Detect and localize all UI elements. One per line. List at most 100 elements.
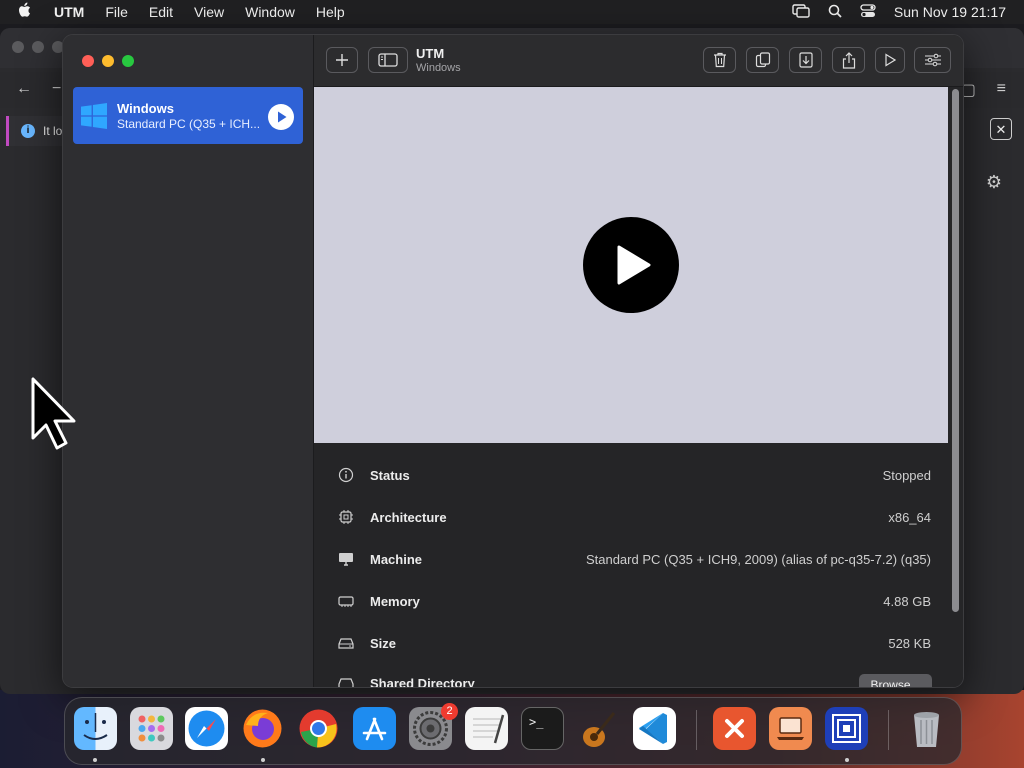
close-window-button[interactable] (82, 55, 94, 67)
info-bar-text: It lo (43, 124, 63, 138)
minimize-window-button[interactable] (102, 55, 114, 67)
detail-row-memory: Memory 4.88 GB (314, 580, 948, 622)
detail-value: x86_64 (888, 509, 931, 525)
download-doc-icon (798, 52, 813, 68)
plus-icon (336, 54, 348, 66)
browse-button[interactable]: Browse... (859, 674, 932, 687)
detail-row-size: Size 528 KB (314, 622, 948, 664)
dock-chrome-icon[interactable] (297, 707, 340, 750)
settings-notification-badge: 2 (441, 703, 458, 720)
clone-icon (755, 52, 770, 68)
detail-label: Machine (370, 551, 423, 567)
dock-running-indicator (845, 758, 849, 762)
sidebar-icon (378, 53, 398, 67)
folder-icon (338, 678, 354, 687)
dock-finder-icon[interactable] (74, 707, 117, 750)
detail-row-machine: Machine Standard PC (Q35 + ICH9, 2009) (… (314, 538, 948, 580)
background-close-button[interactable] (12, 41, 24, 53)
display-icon (339, 553, 353, 566)
info-circle-icon: i (21, 124, 35, 138)
edit-vm-settings-button[interactable] (914, 47, 951, 73)
background-minimize-button[interactable] (32, 41, 44, 53)
detail-row-status: Status Stopped (314, 454, 948, 496)
back-arrow-icon[interactable]: ← (16, 80, 32, 98)
spotlight-search-icon[interactable] (828, 4, 842, 21)
dock-separator (888, 710, 889, 750)
play-icon (278, 111, 287, 123)
apple-menu-icon[interactable] (18, 2, 32, 23)
dock-running-indicator (93, 758, 97, 762)
scrollbar-thumb[interactable] (952, 89, 959, 612)
clone-vm-button[interactable] (746, 47, 779, 73)
vm-name: Windows (117, 101, 174, 116)
dock-launchpad-icon[interactable] (130, 707, 173, 750)
detail-row-architecture: Architecture x86_64 (314, 496, 948, 538)
vm-screen-preview[interactable] (314, 87, 948, 443)
move-vm-button[interactable] (789, 47, 822, 73)
detail-value: 528 KB (888, 635, 931, 651)
drive-icon (338, 638, 354, 649)
toggle-sidebar-button[interactable] (368, 47, 408, 73)
vm-sidebar: Windows Standard PC (Q35 + ICH... (63, 35, 314, 687)
start-vm-large-button[interactable] (583, 217, 679, 313)
screen-mirroring-icon[interactable] (792, 3, 810, 21)
utm-window: Windows Standard PC (Q35 + ICH... UTM Wi… (62, 34, 964, 688)
dock-vscode-icon[interactable] (633, 707, 676, 750)
menu-view[interactable]: View (194, 4, 224, 20)
vm-play-button[interactable] (268, 104, 294, 130)
dock-garageband-icon[interactable] (577, 707, 620, 750)
zoom-window-button[interactable] (122, 55, 134, 67)
svg-text:>_: >_ (529, 715, 544, 729)
detail-label: Shared Directory (370, 675, 475, 688)
large-play-icon (617, 245, 651, 285)
dock-app-store-icon[interactable] (353, 707, 396, 750)
close-info-bar-button[interactable]: ✕ (990, 118, 1012, 140)
share-vm-button[interactable] (832, 47, 865, 73)
dock-firefox-icon[interactable] (241, 707, 284, 750)
delete-vm-button[interactable] (703, 47, 736, 73)
minus-icon: − (52, 80, 62, 97)
share-icon (842, 51, 855, 69)
gear-icon[interactable]: ⚙ (986, 172, 1002, 193)
dock-running-indicator (261, 758, 265, 762)
toolbar-subtitle: Windows (416, 62, 461, 74)
detail-value: 4.88 GB (883, 593, 931, 609)
dock-parallels-icon[interactable] (769, 707, 812, 750)
menu-file[interactable]: File (105, 4, 128, 20)
run-vm-button[interactable] (875, 47, 905, 73)
dock: 2 >_ (64, 697, 962, 765)
control-center-icon[interactable] (860, 3, 876, 21)
menu-app-name[interactable]: UTM (54, 4, 84, 20)
dock-terminal-icon[interactable]: >_ (521, 707, 564, 750)
detail-value: Stopped (882, 467, 931, 483)
vm-detail-pane: UTM Windows Status Stopped Architecture … (314, 35, 963, 687)
trash-icon (713, 52, 726, 68)
menu-window[interactable]: Window (245, 4, 295, 20)
info-bar: i It lo (6, 116, 65, 146)
dock-utm-icon[interactable] (825, 707, 868, 750)
sliders-icon (924, 53, 941, 67)
detail-row-shared-directory: Shared Directory Browse... (314, 662, 948, 688)
dock-safari-icon[interactable] (185, 707, 228, 750)
vm-list-item-windows[interactable]: Windows Standard PC (Q35 + ICH... (73, 87, 303, 144)
mouse-pointer-icon (31, 377, 76, 450)
memory-icon (338, 596, 354, 607)
dock-remote-desktop-icon[interactable] (713, 707, 756, 750)
menubar-clock[interactable]: Sun Nov 19 21:17 (894, 4, 1006, 20)
play-outline-icon (885, 53, 896, 67)
cpu-icon (339, 510, 353, 524)
dock-textedit-icon[interactable] (465, 707, 508, 750)
detail-label: Size (370, 635, 397, 651)
detail-label: Status (370, 467, 410, 483)
menu-help[interactable]: Help (316, 4, 345, 20)
vm-subtitle: Standard PC (Q35 + ICH... (117, 117, 261, 131)
info-icon (338, 467, 354, 483)
menubar: UTM File Edit View Window Help Sun Nov 1… (0, 0, 1024, 24)
toolbar: UTM Windows (314, 35, 963, 87)
add-vm-button[interactable] (326, 47, 358, 73)
menu-edit[interactable]: Edit (149, 4, 173, 20)
windows-logo-icon (81, 103, 107, 129)
hamburger-menu-icon[interactable]: ≡ (997, 80, 1006, 98)
detail-value: Standard PC (Q35 + ICH9, 2009) (alias of… (585, 551, 931, 567)
dock-trash-icon[interactable] (905, 707, 948, 750)
